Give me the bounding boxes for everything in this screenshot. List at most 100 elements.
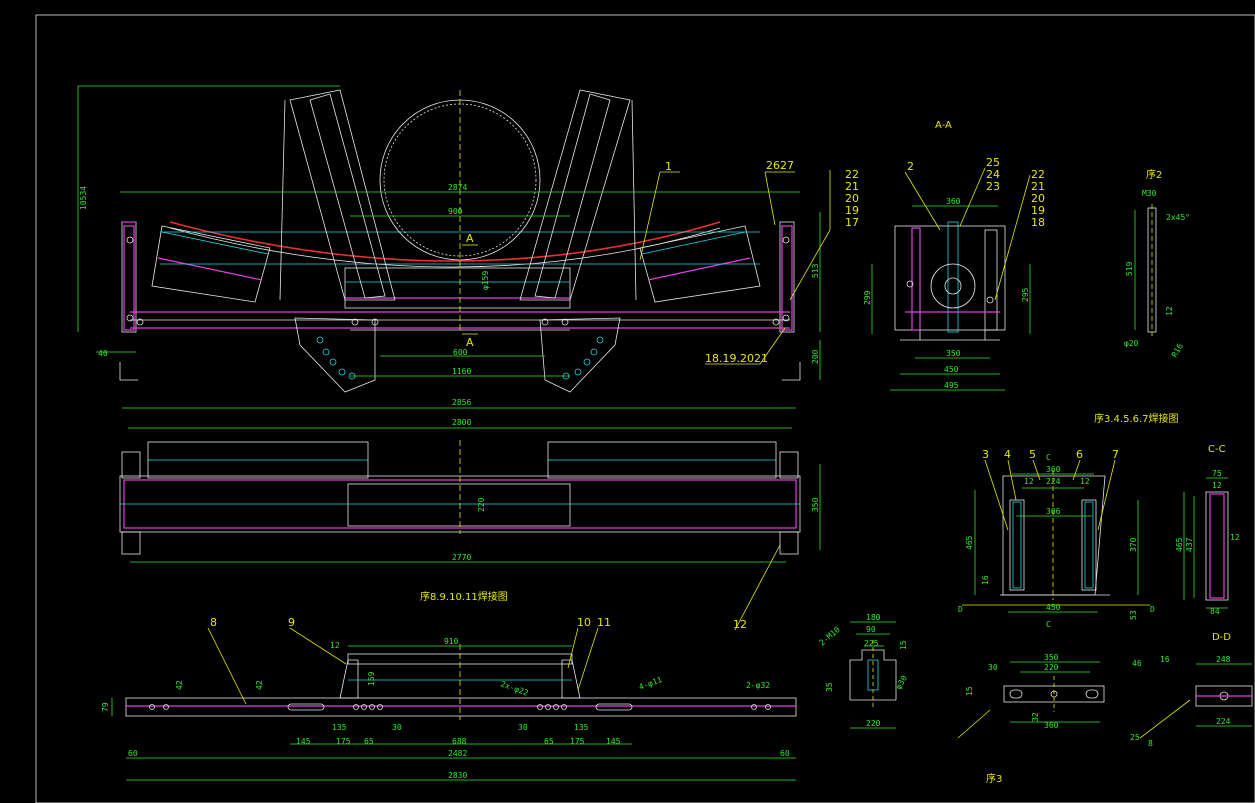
weld-view-891011 (125, 644, 797, 720)
dim-35: 35 (825, 682, 834, 692)
dim-370: 370 (1129, 537, 1138, 552)
section-d-right: D (1150, 605, 1155, 614)
dim-135-right: 135 (574, 723, 589, 732)
dim-2874: 2874 (448, 183, 467, 192)
dim-350-plan: 350 (811, 497, 820, 512)
balloon-17: 17 (845, 216, 859, 229)
dim-12-left: 12 (1024, 477, 1034, 486)
dim-360-weld: 360 (1046, 465, 1061, 474)
dim-350-part3: 350 (1044, 653, 1059, 662)
dim-159: 159 (367, 671, 376, 686)
dim-65-right: 65 (544, 737, 554, 746)
section-a-top: A (466, 232, 474, 245)
balloon-7: 7 (1112, 448, 1119, 461)
section-d-left: D (958, 605, 963, 614)
dim-42-left: 42 (175, 680, 184, 690)
view-title-a-a: A-A (935, 120, 952, 131)
balloon-8: 8 (210, 616, 217, 629)
dim-32: 32 (1031, 712, 1040, 722)
dim-12-right: 12 (1080, 477, 1090, 486)
balloon-3: 3 (982, 448, 989, 461)
balloon-12: 12 (733, 618, 747, 631)
balloon-4: 4 (1004, 448, 1011, 461)
dim-220: 220 (477, 497, 486, 512)
dim-299: 299 (863, 290, 872, 305)
dim-910: 910 (444, 637, 459, 646)
dim-10534: 10534 (79, 186, 88, 210)
dim-84: 84 (1210, 607, 1220, 616)
dim-60-left: 60 (128, 749, 138, 758)
part2-view (1134, 204, 1157, 336)
view-title-d-d: D-D (1212, 632, 1231, 643)
dim-145-right: 145 (606, 737, 621, 746)
dim-2x-phi22: 2x-φ22 (499, 679, 529, 697)
dim-135-left: 135 (332, 723, 347, 732)
dim-53: 53 (1129, 610, 1138, 620)
title-parts-891011: 序8.9.10.11焊接图 (420, 590, 508, 603)
dim-12-891011: 12 (330, 641, 340, 650)
dim-30-right: 30 (518, 723, 528, 732)
dim-600: 600 (453, 348, 468, 357)
title-part2: 序2 (1146, 168, 1162, 181)
dim-450-aa: 450 (944, 365, 959, 374)
section-c-top: C (1046, 453, 1051, 462)
dim-1160: 1160 (452, 367, 471, 376)
dim-30-left: 30 (392, 723, 402, 732)
dim-75: 75 (1212, 469, 1222, 478)
dim-42-mid: 42 (255, 680, 264, 690)
dim-4-phi11: 4-φ11 (638, 675, 664, 692)
title-part3: 序3 (986, 772, 1002, 785)
dim-175-right: 175 (570, 737, 585, 746)
dim-2482: 2482 (448, 749, 467, 758)
title-parts-34567: 序3.4.5.6.7焊接图 (1094, 412, 1179, 425)
dim-450-weld: 450 (1046, 603, 1061, 612)
dim-60-right: 60 (780, 749, 790, 758)
dim-350-aa: 350 (946, 349, 961, 358)
dim-248: 248 (1216, 655, 1231, 664)
dim-437: 437 (1185, 537, 1194, 552)
dim-295: 295 (1021, 287, 1030, 302)
dim-2-phi32: 2-φ32 (746, 681, 770, 690)
belt-curve (169, 221, 721, 262)
dim-90: 90 (866, 625, 876, 634)
dim-306: 306 (1046, 507, 1061, 516)
balloon-10: 10 (577, 616, 591, 629)
dim-465: 465 (965, 535, 974, 550)
front-view (119, 89, 801, 393)
balloon-5: 5 (1029, 448, 1036, 461)
dim-16-dd: 16 (1160, 655, 1170, 664)
balloon-18-19-20-21: 18.19.2021 (705, 352, 768, 365)
dim-513: 513 (811, 263, 820, 278)
dim-25: 25 (1130, 733, 1140, 742)
dim-224: 224 (1046, 477, 1061, 486)
dim-2830: 2830 (448, 771, 467, 780)
dim-65-left: 65 (364, 737, 374, 746)
balloon-23: 23 (986, 180, 1000, 193)
dim-688: 688 (452, 737, 467, 746)
cad-drawing-canvas[interactable]: 10534 2874 900 φ159 600 1160 40 513 200 … (0, 0, 1255, 803)
dim-145-left: 145 (296, 737, 311, 746)
section-aa-view (894, 221, 1006, 341)
dim-200: 200 (811, 349, 820, 364)
balloon-11: 11 (597, 616, 611, 629)
section-cc-view (1205, 491, 1229, 601)
balloon-2: 2 (907, 160, 914, 173)
part3-view (1003, 676, 1105, 712)
dim-30-part3: 30 (988, 663, 998, 672)
view-title-c-c: C-C (1208, 444, 1226, 455)
section-dd-view (1195, 685, 1253, 707)
dim-phi159: φ159 (481, 271, 490, 290)
dim-2770: 2770 (452, 553, 471, 562)
section-a-bottom: A (466, 336, 474, 349)
balloon-9: 9 (288, 616, 295, 629)
dim-15-part3: 15 (965, 686, 974, 696)
dim-175-left: 175 (336, 737, 351, 746)
dim-225: 225 (864, 639, 879, 648)
dim-224-dd: 224 (1216, 717, 1231, 726)
dim-220-part3: 220 (1044, 663, 1059, 672)
dim-79: 79 (101, 702, 110, 712)
dim-m30: M30 (1142, 189, 1157, 198)
dim-16: 16 (981, 575, 990, 585)
dim-8: 8 (1148, 739, 1153, 748)
dim-r16: R16 (1170, 342, 1185, 359)
